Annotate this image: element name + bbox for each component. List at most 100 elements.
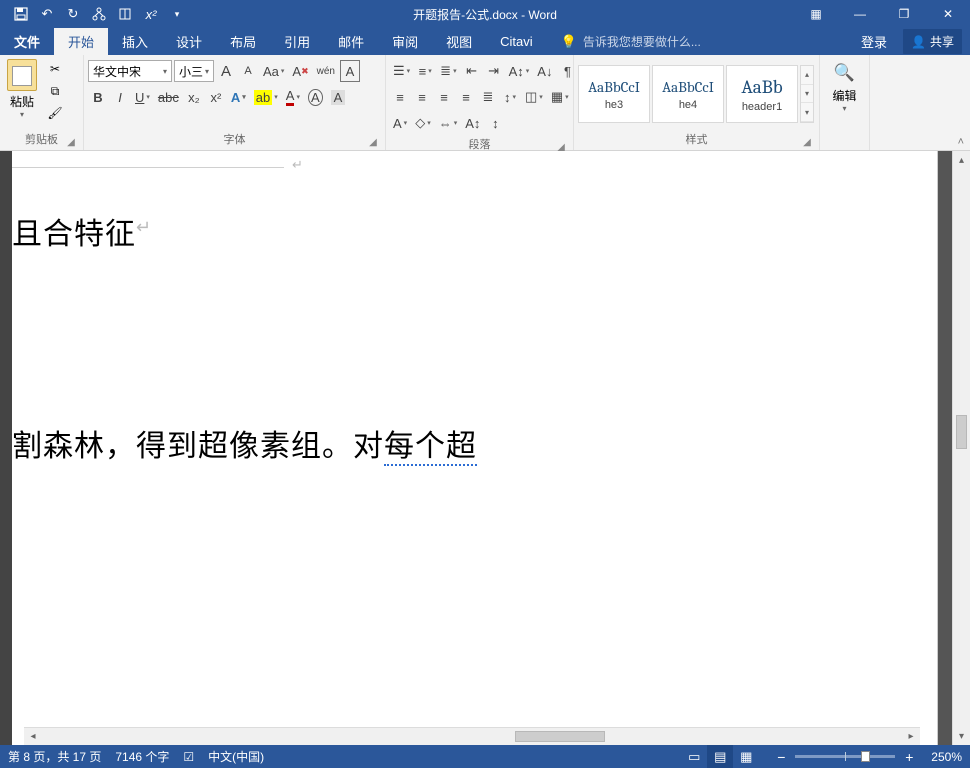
vscroll-down-icon[interactable]: ▾	[953, 727, 970, 745]
print-layout-button[interactable]: ▤	[707, 745, 733, 768]
zoom-track[interactable]	[795, 755, 895, 758]
zoom-in-button[interactable]: +	[901, 749, 917, 765]
asian-spacing-button[interactable]: A↕	[462, 112, 483, 134]
read-mode-button[interactable]: ▭	[681, 745, 707, 768]
styles-scroll-down-icon[interactable]: ▾	[801, 85, 813, 104]
shading-button[interactable]: ◫▾	[522, 86, 546, 108]
font-name-combo[interactable]: 华文中宋▾	[88, 60, 172, 82]
align-left-button[interactable]: ≡	[390, 86, 410, 108]
change-case-button[interactable]: Aa▾	[260, 60, 287, 82]
paste-button[interactable]: 粘贴 ▾	[4, 59, 40, 119]
text-direction-button[interactable]: A↕▾	[506, 60, 533, 82]
phonetic-button[interactable]: ↕	[485, 112, 505, 134]
vscroll-track[interactable]	[953, 169, 970, 727]
underline-button[interactable]: U▾	[132, 86, 153, 108]
zoom-thumb[interactable]	[861, 751, 870, 762]
style-he3[interactable]: AaBbCcI he3	[578, 65, 650, 123]
qat-superscript-button[interactable]: x²	[138, 0, 164, 28]
horizontal-scrollbar[interactable]: ◂ ▸	[24, 727, 920, 745]
enclosed-char-button[interactable]: A	[305, 86, 326, 108]
character-shading-button[interactable]: A	[328, 86, 349, 108]
bold-button[interactable]: B	[88, 86, 108, 108]
align-distributed-button[interactable]: ≣	[478, 86, 498, 108]
undo-button[interactable]: ↶	[34, 0, 60, 28]
vertical-scrollbar[interactable]: ▴ ▾	[952, 151, 970, 745]
tab-file[interactable]: 文件	[0, 28, 54, 55]
numbering-button[interactable]: ≡▾	[415, 60, 435, 82]
web-layout-button[interactable]: ▦	[733, 745, 759, 768]
tab-citavi[interactable]: Citavi	[486, 28, 547, 55]
find-button[interactable]: 🔍 编辑 ▾	[826, 57, 864, 113]
character-border-button[interactable]: A	[340, 60, 360, 82]
styles-scroll-up-icon[interactable]: ▴	[801, 66, 813, 85]
bullets-button[interactable]: ☰▾	[390, 60, 413, 82]
qat-hierarchy-button[interactable]	[86, 0, 112, 28]
vscroll-thumb[interactable]	[956, 415, 967, 449]
combine-chars-button[interactable]: ◇▾	[412, 112, 434, 134]
redo-button[interactable]: ↻	[60, 0, 86, 28]
align-justify-button[interactable]: ≡	[456, 86, 476, 108]
multilevel-list-button[interactable]: ≣▾	[437, 60, 459, 82]
align-center-button[interactable]: ≡	[412, 86, 432, 108]
phonetic-guide-button[interactable]: wén	[314, 60, 338, 82]
font-size-combo[interactable]: 小三▾	[174, 60, 214, 82]
highlight-button[interactable]: ab▾	[251, 86, 281, 108]
line-spacing-button[interactable]: ↕▾	[500, 86, 520, 108]
tab-insert[interactable]: 插入	[108, 28, 162, 55]
tab-references[interactable]: 引用	[270, 28, 324, 55]
zoom-out-button[interactable]: −	[773, 749, 789, 765]
grow-font-button[interactable]: A	[216, 60, 236, 82]
hscroll-right-icon[interactable]: ▸	[902, 728, 920, 745]
styles-gallery-scroll[interactable]: ▴ ▾ ▾	[800, 65, 814, 123]
format-painter-button[interactable]: 🖌	[46, 105, 64, 121]
hscroll-track[interactable]	[42, 728, 902, 745]
tell-me-search[interactable]: 💡 告诉我您想要做什么...	[561, 28, 701, 55]
save-button[interactable]	[8, 0, 34, 28]
text-effects-button[interactable]: A▾	[228, 86, 249, 108]
superscript-button[interactable]: x²	[206, 86, 226, 108]
shrink-font-button[interactable]: A	[238, 60, 258, 82]
borders-button[interactable]: ▦▾	[548, 86, 572, 108]
font-color-button[interactable]: A▾	[283, 86, 303, 108]
vscroll-up-icon[interactable]: ▴	[953, 151, 970, 169]
zoom-level[interactable]: 250%	[931, 750, 962, 764]
hscroll-thumb[interactable]	[515, 731, 605, 742]
align-right-button[interactable]: ≡	[434, 86, 454, 108]
restore-button[interactable]: ❐	[882, 0, 926, 28]
tab-layout[interactable]: 布局	[216, 28, 270, 55]
sort-button[interactable]: A↓	[534, 60, 555, 82]
clipboard-launcher[interactable]: ◢	[65, 136, 77, 148]
asian-layout-button[interactable]: A▾	[390, 112, 410, 134]
qat-page-layout-button[interactable]	[112, 0, 138, 28]
tab-review[interactable]: 审阅	[378, 28, 432, 55]
tab-design[interactable]: 设计	[162, 28, 216, 55]
styles-expand-icon[interactable]: ▾	[801, 103, 813, 122]
font-launcher[interactable]: ◢	[367, 136, 379, 148]
tab-view[interactable]: 视图	[432, 28, 486, 55]
share-button[interactable]: 👤 共享	[903, 29, 962, 54]
tab-home[interactable]: 开始	[54, 28, 108, 55]
cut-button[interactable]: ✂	[46, 61, 64, 77]
qat-customize-button[interactable]: ▾	[164, 0, 190, 28]
language-status[interactable]: 中文(中国)	[208, 748, 264, 765]
page-number-status[interactable]: 第 8 页，共 17 页	[8, 748, 101, 765]
copy-button[interactable]: ⧉	[46, 83, 64, 99]
fit-text-button[interactable]: ⇔▾	[436, 112, 461, 134]
collapse-ribbon-button[interactable]: ˄	[958, 136, 964, 148]
ribbon-display-options-button[interactable]: ▦	[794, 0, 838, 28]
minimize-button[interactable]: —	[838, 0, 882, 28]
word-count-status[interactable]: 7146 个字	[115, 748, 169, 765]
proofing-status[interactable]: ☑	[183, 750, 194, 764]
italic-button[interactable]: I	[110, 86, 130, 108]
decrease-indent-button[interactable]: ⇤	[462, 60, 482, 82]
subscript-button[interactable]: x₂	[184, 86, 204, 108]
strikethrough-button[interactable]: abc	[155, 86, 182, 108]
document-page[interactable]: ↵ 且合特征↵ 割森林，得到超像素组。对每个超 ◂ ▸	[12, 151, 938, 745]
increase-indent-button[interactable]: ⇥	[484, 60, 504, 82]
close-button[interactable]: ✕	[926, 0, 970, 28]
clear-formatting-button[interactable]: A✖	[289, 60, 311, 82]
styles-launcher[interactable]: ◢	[801, 136, 813, 148]
tab-mailings[interactable]: 邮件	[324, 28, 378, 55]
style-header1[interactable]: AaBb header1	[726, 65, 798, 123]
style-he4[interactable]: AaBbCcI he4	[652, 65, 724, 123]
